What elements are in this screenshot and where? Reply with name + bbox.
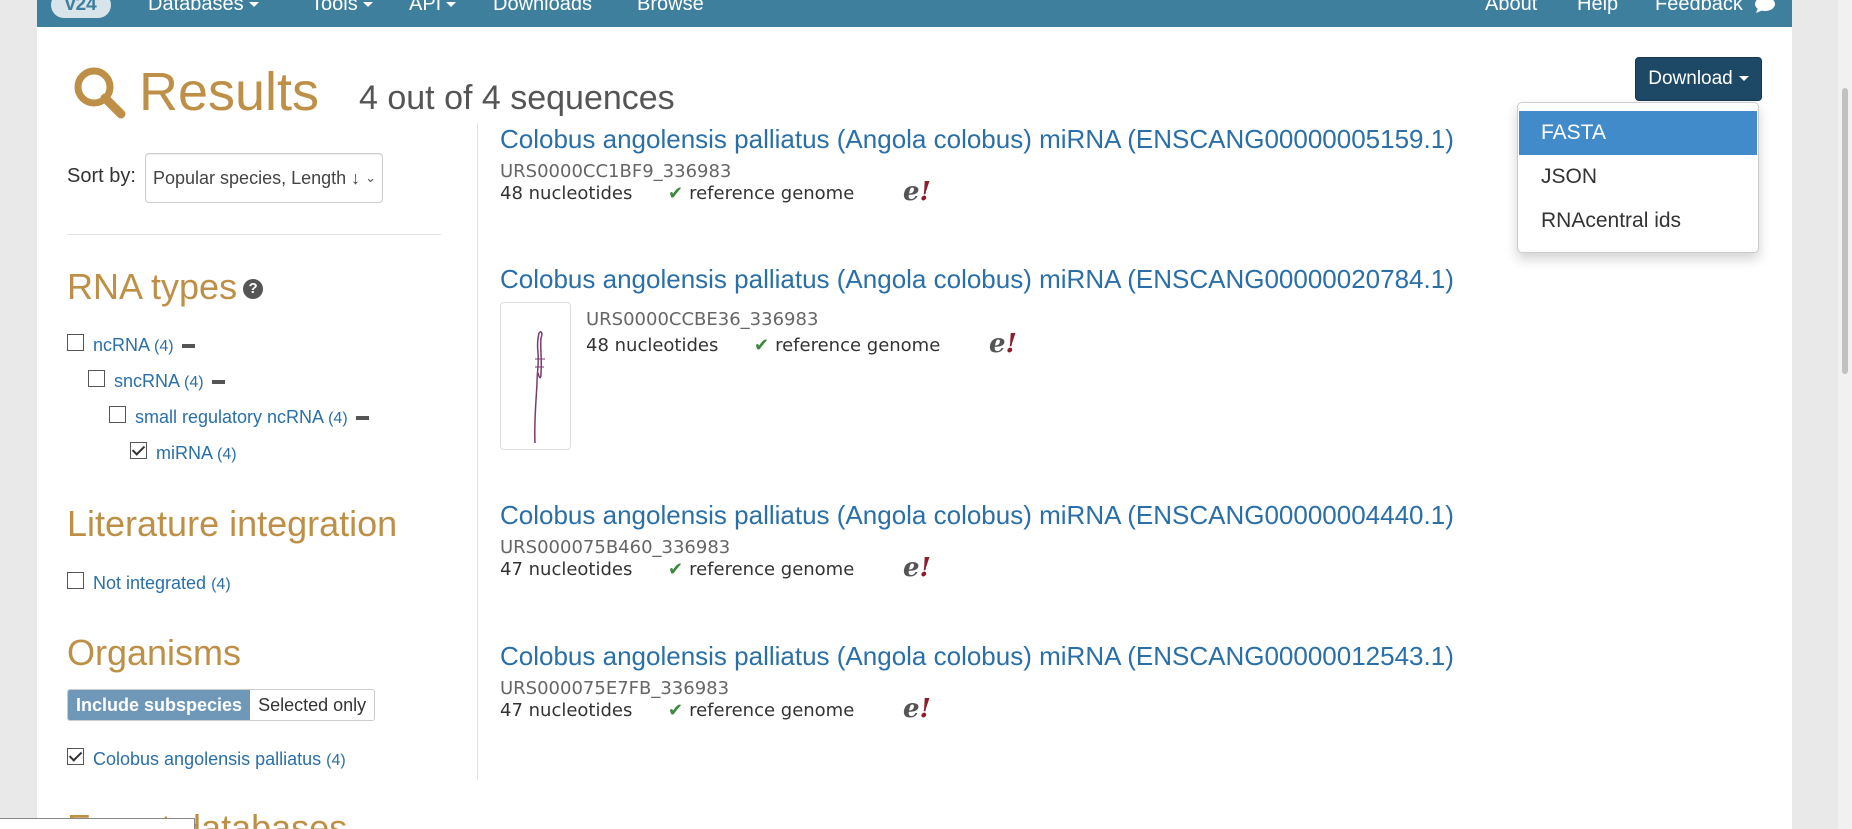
nucleotide-count: 47 nucleotides — [500, 700, 633, 721]
result-id: URS0000CC1BF9_336983 — [500, 161, 732, 182]
checkbox[interactable] — [67, 334, 84, 351]
collapse-icon[interactable] — [181, 344, 195, 349]
nav-databases[interactable]: Databases — [148, 0, 259, 16]
top-navbar: v24 Databases Tools API Downloads Browse… — [37, 0, 1792, 27]
result-item: Colobus angolensis palliatus (Angola col… — [500, 499, 1560, 585]
nav-tools[interactable]: Tools — [311, 0, 373, 16]
nav-help[interactable]: Help — [1577, 0, 1618, 16]
result-title-link[interactable]: Colobus angolensis palliatus (Angola col… — [500, 640, 1560, 672]
result-item: Colobus angolensis palliatus (Angola col… — [500, 263, 1560, 454]
ensembl-logo-icon[interactable]: e! — [989, 329, 1017, 359]
chevron-down-icon — [248, 2, 259, 8]
secondary-structure-thumbnail[interactable] — [500, 302, 571, 450]
reference-genome-badge: ✔ reference genome — [668, 700, 855, 721]
collapse-icon[interactable] — [355, 416, 369, 421]
rna-types-heading: RNA types? — [67, 265, 264, 309]
result-meta: 48 nucleotides ✔ reference genome e! — [500, 177, 1560, 209]
status-bar-fragment — [0, 818, 195, 829]
result-meta: 48 nucleotides ✔ reference genome e! — [586, 329, 1186, 361]
result-id: URS0000CCBE36_336983 — [586, 309, 819, 330]
nav-feedback[interactable]: Feedback — [1655, 0, 1776, 16]
ensembl-logo-icon[interactable]: e! — [903, 694, 931, 724]
result-id: URS000075E7FB_336983 — [500, 678, 730, 699]
checkbox-checked[interactable] — [67, 748, 84, 765]
ensembl-logo-icon[interactable]: e! — [903, 553, 931, 583]
selected-only-button[interactable]: Selected only — [250, 690, 375, 720]
chevron-down-icon — [362, 2, 373, 8]
page-container: v24 Databases Tools API Downloads Browse… — [37, 0, 1792, 829]
result-body: URS0000CCBE36_336983 48 nucleotides ✔ ref… — [500, 302, 1560, 454]
check-icon: ✔ — [668, 183, 684, 204]
ensembl-logo-icon[interactable]: e! — [903, 177, 931, 207]
search-icon — [74, 67, 126, 119]
result-id: URS000075B460_336983 — [500, 537, 731, 558]
nucleotide-count: 48 nucleotides — [586, 335, 719, 356]
page-title: Results — [139, 62, 320, 122]
result-item: Colobus angolensis palliatus (Angola col… — [500, 123, 1560, 209]
result-meta: 47 nucleotides ✔ reference genome e! — [500, 694, 1560, 726]
result-item: Colobus angolensis palliatus (Angola col… — [500, 640, 1560, 726]
organisms-heading: Organisms — [67, 632, 242, 673]
check-icon: ✔ — [668, 559, 684, 580]
reference-genome-badge: ✔ reference genome — [754, 335, 941, 356]
sort-select[interactable]: Popular species, Length ↓ ⌄ — [145, 153, 383, 203]
chevron-down-icon: ⌄ — [365, 170, 376, 185]
result-meta: 47 nucleotides ✔ reference genome e! — [500, 553, 1560, 585]
nav-downloads[interactable]: Downloads — [493, 0, 592, 16]
page-scrollbar[interactable] — [1838, 0, 1852, 829]
check-icon: ✔ — [668, 700, 684, 721]
collapse-icon[interactable] — [211, 380, 225, 385]
download-button[interactable]: Download — [1635, 57, 1762, 101]
nucleotide-count: 48 nucleotides — [500, 183, 633, 204]
scrollbar-thumb[interactable] — [1842, 88, 1848, 374]
divider — [477, 123, 478, 780]
version-badge[interactable]: v24 — [51, 0, 111, 18]
nav-browse[interactable]: Browse — [637, 0, 704, 16]
include-subspecies-button[interactable]: Include subspecies — [68, 690, 251, 720]
result-count: 4 out of 4 sequences — [359, 79, 675, 117]
result-title-link[interactable]: Colobus angolensis palliatus (Angola col… — [500, 499, 1560, 531]
checkbox[interactable] — [67, 572, 84, 589]
nucleotide-count: 47 nucleotides — [500, 559, 633, 580]
reference-genome-badge: ✔ reference genome — [668, 183, 855, 204]
checkbox[interactable] — [109, 406, 126, 423]
rna-structure-image — [534, 331, 545, 444]
result-title-link[interactable]: Colobus angolensis palliatus (Angola col… — [500, 263, 1560, 295]
divider — [67, 234, 441, 235]
checkbox-checked[interactable] — [130, 442, 147, 459]
result-title-link[interactable]: Colobus angolensis palliatus (Angola col… — [500, 123, 1560, 155]
checkbox[interactable] — [88, 370, 105, 387]
comment-icon — [1755, 0, 1776, 13]
chevron-down-icon — [1738, 76, 1749, 82]
literature-heading: Literature integration — [67, 503, 398, 544]
nav-api[interactable]: API — [409, 0, 457, 16]
chevron-down-icon — [446, 2, 457, 8]
check-icon: ✔ — [754, 335, 770, 356]
sort-label: Sort by: — [67, 165, 136, 187]
subspecies-toggle: Include subspecies Selected only — [67, 689, 376, 721]
help-icon[interactable]: ? — [243, 279, 264, 300]
reference-genome-badge: ✔ reference genome — [668, 559, 855, 580]
nav-about[interactable]: About — [1485, 0, 1537, 16]
